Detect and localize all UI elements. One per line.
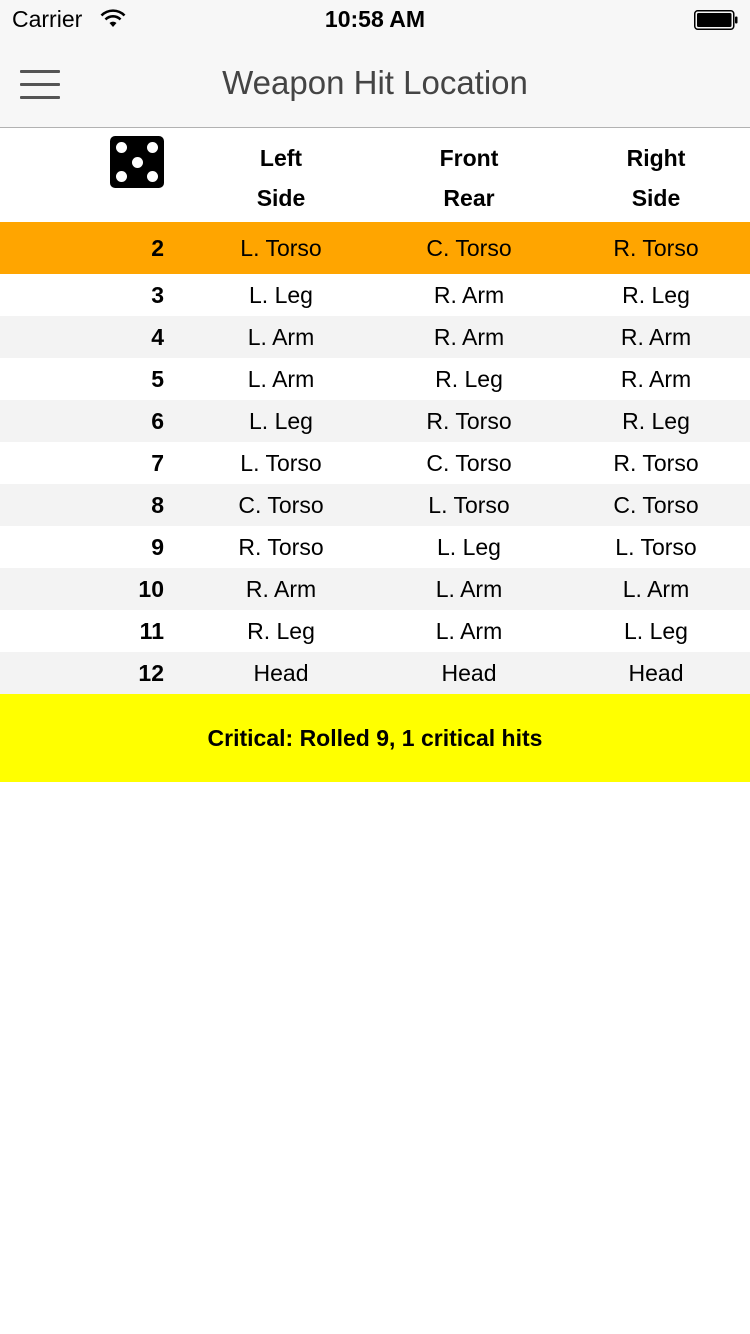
table-cell: R. Arm — [620, 365, 692, 392]
table-row[interactable]: 8 C. Torso L. Torso C. Torso — [0, 484, 750, 526]
table-cell: Head — [628, 659, 684, 686]
column-header-line: Side — [631, 185, 681, 211]
table-cell: L. Arm — [247, 365, 315, 392]
status-bar: Carrier 10:58 AM — [0, 0, 750, 40]
column-header-line: Right — [626, 145, 686, 171]
table-row[interactable]: 6 L. Leg R. Torso R. Leg — [0, 400, 750, 442]
column-header-line: Rear — [443, 185, 495, 211]
page-title: Weapon Hit Location — [222, 64, 528, 101]
hit-location-table: 2 L. Torso C. Torso R. Torso 3 L. Leg R.… — [0, 222, 750, 694]
table-cell: C. Torso — [426, 449, 512, 476]
navigation-bar: Weapon Hit Location — [0, 40, 750, 128]
table-cell: R. Leg — [435, 365, 503, 392]
column-header-line: Front — [439, 145, 499, 171]
table-cell: C. Torso — [426, 234, 512, 261]
table-cell: C. Torso — [613, 491, 699, 518]
table-row[interactable]: 4 L. Arm R. Arm R. Arm — [0, 316, 750, 358]
table-cell: L. Leg — [437, 533, 501, 560]
roll-value: 5 — [151, 365, 164, 392]
table-cell: L. Torso — [615, 533, 697, 560]
roll-value: 3 — [151, 281, 164, 308]
table-cell: L. Arm — [435, 575, 503, 602]
roll-value: 2 — [151, 234, 164, 261]
table-cell: R. Arm — [433, 323, 505, 350]
roll-value: 4 — [151, 323, 164, 350]
column-header-front-rear: Front Rear — [375, 138, 563, 218]
table-cell: L. Arm — [247, 323, 315, 350]
table-cell: L. Leg — [249, 281, 313, 308]
table-cell: C. Torso — [238, 491, 324, 518]
table-header: Left Side Front Rear Right Side — [0, 128, 750, 222]
table-row[interactable]: 5 L. Arm R. Leg R. Arm — [0, 358, 750, 400]
critical-result-banner: Critical: Rolled 9, 1 critical hits — [0, 694, 750, 782]
table-row[interactable]: 10 R. Arm L. Arm L. Arm — [0, 568, 750, 610]
table-row[interactable]: 11 R. Leg L. Arm L. Leg — [0, 610, 750, 652]
table-cell: L. Leg — [624, 617, 688, 644]
table-cell: Head — [441, 659, 497, 686]
table-row[interactable]: 7 L. Torso C. Torso R. Torso — [0, 442, 750, 484]
roll-value: 6 — [151, 407, 164, 434]
roll-value: 8 — [151, 491, 164, 518]
table-cell: R. Arm — [433, 281, 505, 308]
dice-five-icon — [110, 136, 164, 188]
table-cell: R. Arm — [620, 323, 692, 350]
table-row-highlighted[interactable]: 2 L. Torso C. Torso R. Torso — [0, 222, 750, 274]
column-header-left-side: Left Side — [187, 138, 375, 218]
table-cell: R. Torso — [613, 234, 699, 261]
table-row[interactable]: 12 Head Head Head — [0, 652, 750, 694]
table-row[interactable]: 9 R. Torso L. Leg L. Torso — [0, 526, 750, 568]
table-cell: R. Leg — [622, 281, 690, 308]
column-header-right-side: Right Side — [562, 138, 750, 218]
column-header-line: Side — [256, 185, 306, 211]
roll-value: 11 — [139, 617, 164, 644]
table-cell: Head — [253, 659, 309, 686]
table-cell: L. Leg — [249, 407, 313, 434]
table-cell: R. Torso — [238, 533, 324, 560]
table-cell: R. Torso — [613, 449, 699, 476]
table-cell: L. Torso — [428, 491, 510, 518]
battery-icon — [694, 10, 738, 30]
column-header-line: Left — [259, 145, 303, 171]
table-cell: L. Torso — [240, 449, 322, 476]
table-cell: R. Leg — [247, 617, 315, 644]
table-cell: L. Arm — [435, 617, 503, 644]
roll-value: 9 — [151, 533, 164, 560]
status-time: 10:58 AM — [324, 6, 426, 32]
table-cell: R. Leg — [622, 407, 690, 434]
table-cell: R. Torso — [426, 407, 512, 434]
table-cell: R. Arm — [245, 575, 317, 602]
roll-value: 12 — [138, 659, 164, 686]
table-cell: L. Arm — [622, 575, 690, 602]
table-cell: L. Torso — [240, 234, 322, 261]
roll-value: 7 — [151, 449, 164, 476]
roll-value: 10 — [138, 575, 164, 602]
table-row[interactable]: 3 L. Leg R. Arm R. Leg — [0, 274, 750, 316]
